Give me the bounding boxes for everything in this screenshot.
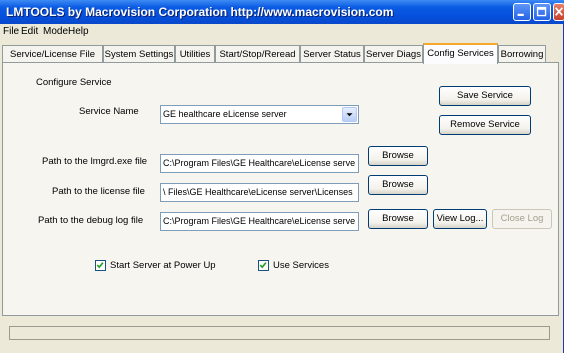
- config-services-panel: Configure Service Service Name GE health…: [2, 62, 559, 316]
- chevron-down-icon: [346, 113, 353, 117]
- tab-system-settings[interactable]: System Settings: [103, 45, 175, 63]
- license-browse-button[interactable]: Browse: [368, 175, 428, 195]
- license-path-label: Path to the license file: [52, 186, 145, 197]
- tab-service-license-file[interactable]: Service/License File: [2, 45, 103, 63]
- maximize-button[interactable]: [533, 3, 551, 21]
- status-bar: [9, 326, 550, 340]
- remove-service-button[interactable]: Remove Service: [439, 115, 531, 135]
- service-name-label: Service Name: [79, 106, 139, 117]
- checkmark-icon: [259, 262, 267, 269]
- lmtools-window: LMTOOLS by Macrovision Corporation http:…: [0, 0, 564, 353]
- tab-utilities[interactable]: Utilities: [175, 45, 215, 63]
- tab-config-services[interactable]: Config Services: [423, 43, 498, 64]
- tab-server-diags[interactable]: Server Diags: [364, 45, 423, 63]
- service-name-dropdown[interactable]: GE healthcare eLicense server: [160, 105, 359, 124]
- save-service-button[interactable]: Save Service: [439, 86, 531, 106]
- lmgrd-path-label: Path to the lmgrd.exe file: [42, 156, 148, 167]
- start-at-powerup-checkbox[interactable]: [95, 260, 106, 271]
- menu-bar: File Edit Mode Help: [0, 24, 564, 40]
- tab-start-stop-reread[interactable]: Start/Stop/Reread: [215, 45, 300, 63]
- use-services-label: Use Services: [273, 260, 329, 271]
- menu-edit[interactable]: Edit: [21, 26, 38, 37]
- maximize-icon: [536, 6, 547, 17]
- minimize-button[interactable]: [513, 3, 531, 21]
- license-path-input[interactable]: \ Files\GE Healthcare\eLicense server\Li…: [160, 183, 359, 202]
- view-log-button[interactable]: View Log...: [433, 209, 487, 229]
- minimize-icon: [517, 13, 524, 16]
- tab-server-status[interactable]: Server Status: [300, 45, 364, 63]
- tab-strip: Service/License File System Settings Uti…: [0, 43, 564, 64]
- close-log-button[interactable]: Close Log: [492, 209, 552, 229]
- lmgrd-path-input[interactable]: C:\Program Files\GE Healthcare\eLicense …: [160, 154, 359, 173]
- dropdown-button[interactable]: [342, 107, 357, 122]
- service-name-value: GE healthcare eLicense server: [163, 109, 287, 119]
- checkmark-icon: [96, 262, 104, 269]
- close-icon: [555, 7, 563, 16]
- start-at-powerup-label: Start Server at Power Up: [110, 260, 216, 271]
- menu-file[interactable]: File: [3, 26, 19, 37]
- debug-log-path-label: Path to the debug log file: [38, 215, 144, 226]
- window-title: LMTOOLS by Macrovision Corporation http:…: [6, 5, 394, 19]
- menu-help[interactable]: Help: [68, 26, 89, 37]
- tab-borrowing[interactable]: Borrowing: [498, 45, 546, 63]
- use-services-checkbox[interactable]: [258, 260, 269, 271]
- menu-mode[interactable]: Mode: [43, 26, 68, 37]
- lmgrd-browse-button[interactable]: Browse: [368, 146, 428, 166]
- debug-log-path-input[interactable]: C:\Program Files\GE Healthcare\eLicense …: [160, 212, 359, 231]
- configure-service-label: Configure Service: [36, 77, 112, 88]
- title-bar[interactable]: LMTOOLS by Macrovision Corporation http:…: [0, 0, 564, 24]
- debug-log-browse-button[interactable]: Browse: [368, 209, 428, 229]
- close-button[interactable]: [553, 3, 564, 21]
